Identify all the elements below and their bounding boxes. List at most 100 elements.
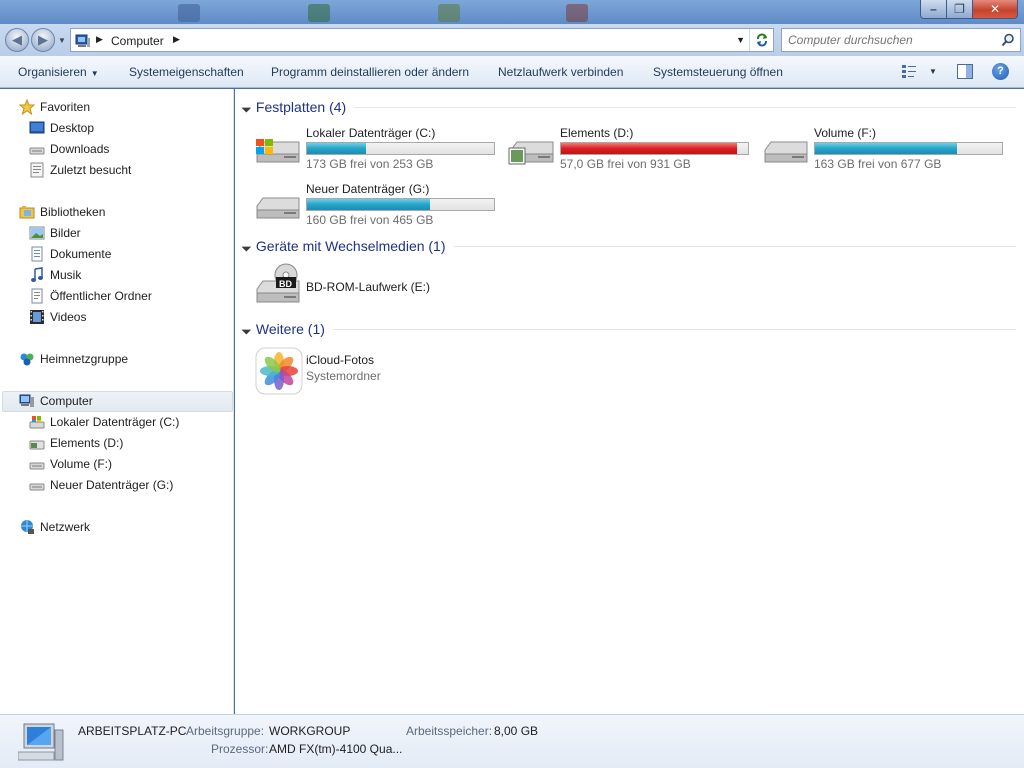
group-title: Geräte mit Wechselmedien (1): [255, 238, 446, 254]
nav-downloads[interactable]: Downloads: [29, 139, 109, 159]
nav-desktop[interactable]: Desktop: [29, 118, 94, 138]
nav-network[interactable]: Netzwerk: [19, 517, 90, 537]
address-bar[interactable]: ▶ Computer ▶ ▼: [70, 28, 774, 52]
collapse-triangle-icon[interactable]: ◢: [240, 101, 253, 114]
close-button[interactable]: ✕: [972, 0, 1018, 19]
nav-pictures[interactable]: Bilder: [29, 223, 81, 243]
arrow-right-icon: ▶: [38, 32, 48, 47]
computer-icon: [18, 723, 64, 761]
bd-rom-drive-icon: [256, 263, 300, 303]
nav-label: Musik: [50, 268, 82, 282]
optical-drive-tile[interactable]: BD BD-ROM-Laufwerk (E:): [254, 263, 504, 313]
group-divider: [354, 106, 1016, 108]
nav-documents[interactable]: Dokumente: [29, 244, 111, 264]
drive-tile[interactable]: Volume (F:) 163 GB frei von 677 GB: [762, 126, 1012, 176]
icloud-photos-tile[interactable]: iCloud-Fotos Systemordner: [254, 347, 504, 397]
search-input[interactable]: [788, 32, 988, 48]
search-icon[interactable]: [1001, 33, 1015, 47]
libraries-icon: [19, 206, 35, 219]
refresh-button[interactable]: [749, 29, 773, 51]
drive-usage-fill: [307, 143, 367, 154]
nav-recent[interactable]: Zuletzt besucht: [29, 160, 131, 180]
recent-pages-dropdown[interactable]: ▼: [58, 36, 66, 45]
change-view-button[interactable]: ▼: [901, 64, 937, 78]
nav-music[interactable]: Musik: [29, 265, 81, 285]
uninstall-program-button[interactable]: Programm deinstallieren oder ändern: [271, 65, 469, 79]
nav-label: Desktop: [50, 121, 95, 135]
nav-label: Bibliotheken: [40, 205, 106, 219]
music-note-icon: [31, 267, 43, 282]
chevron-down-icon: ▼: [929, 66, 937, 76]
forward-button[interactable]: ▶: [31, 28, 55, 52]
drive-name: Volume (F:): [814, 126, 877, 140]
system-drive-icon: [256, 139, 300, 163]
drive-name: BD-ROM-Laufwerk (E:): [306, 280, 431, 294]
breadcrumb-separator-icon[interactable]: ▶: [96, 34, 103, 45]
address-row: ◀ ▶ ▼ ▶ Computer ▶ ▼: [0, 24, 1024, 56]
nav-label: Favoriten: [40, 100, 91, 114]
open-control-panel-button[interactable]: Systemsteuerung öffnen: [653, 65, 783, 79]
nav-label: Zuletzt besucht: [50, 163, 132, 177]
minimize-button[interactable]: –: [920, 0, 946, 19]
hard-drive-icon: [256, 197, 300, 219]
nav-homegroup[interactable]: Heimnetzgruppe: [19, 349, 128, 369]
maximize-button[interactable]: ❐: [946, 0, 972, 19]
item-type: Systemordner: [306, 369, 381, 383]
pictures-icon: [29, 226, 45, 240]
nav-favorites[interactable]: Favoriten: [19, 97, 90, 117]
drive-usage-fill: [307, 199, 430, 210]
nav-label: Heimnetzgruppe: [40, 352, 129, 366]
map-network-drive-button[interactable]: Netzlaufwerk verbinden: [498, 65, 623, 79]
nav-label: Videos: [50, 310, 87, 324]
taskbar-thumbnail: [438, 4, 460, 22]
command-bar: Organisieren ▼ Systemeigenschaften Progra…: [0, 56, 1024, 88]
processor-value: AMD FX(tm)-4100 Qua...: [269, 742, 403, 756]
help-button[interactable]: ?: [992, 63, 1009, 80]
nav-label: Netzwerk: [40, 520, 91, 534]
window-title-bar[interactable]: – ❐ ✕: [0, 0, 1024, 24]
drive-free-space: 163 GB frei von 677 GB: [814, 157, 942, 171]
collapse-triangle-icon[interactable]: ◢: [240, 323, 253, 336]
preview-pane-icon[interactable]: [957, 64, 973, 79]
group-other-header[interactable]: ◢ Weitere (1): [240, 319, 1016, 339]
drive-tile[interactable]: Neuer Datenträger (G:) 160 GB frei von 4…: [254, 182, 504, 232]
drive-tile[interactable]: Elements (D:) 57,0 GB frei von 931 GB: [508, 126, 758, 176]
nav-label: Öffentlicher Ordner: [50, 289, 152, 303]
nav-public-folder[interactable]: Öffentlicher Ordner: [29, 286, 152, 306]
group-hard-drives-header[interactable]: ◢ Festplatten (4): [240, 97, 1016, 117]
icloud-photos-icon: [255, 347, 303, 395]
organize-label: Organisieren: [18, 65, 87, 79]
desktop-icon: [29, 121, 45, 134]
arrow-left-icon: ◀: [12, 32, 22, 47]
external-drive-icon: [508, 141, 554, 165]
documents-icon: [31, 246, 43, 262]
group-removable-header[interactable]: ◢ Geräte mit Wechselmedien (1): [240, 236, 1016, 256]
search-box[interactable]: [781, 28, 1021, 52]
nav-computer[interactable]: Computer: [19, 391, 93, 411]
collapse-triangle-icon[interactable]: ◢: [240, 240, 253, 253]
workgroup-label: Arbeitsgruppe:: [186, 724, 265, 738]
nav-label: Lokaler Datenträger (C:): [50, 415, 180, 429]
hard-drive-icon: [29, 462, 45, 470]
nav-libraries[interactable]: Bibliotheken: [19, 202, 105, 222]
view-list-icon: [902, 65, 916, 78]
nav-label: Dokumente: [50, 247, 112, 261]
nav-drive-g[interactable]: Neuer Datenträger (G:): [29, 475, 173, 495]
organize-menu[interactable]: Organisieren ▼: [18, 65, 99, 79]
drive-tile[interactable]: Lokaler Datenträger (C:) 173 GB frei von…: [254, 126, 504, 176]
nav-drive-c[interactable]: Lokaler Datenträger (C:): [29, 412, 179, 432]
memory-label: Arbeitsspeicher:: [406, 724, 493, 738]
bd-badge: BD: [279, 279, 292, 289]
back-button[interactable]: ◀: [5, 28, 29, 52]
breadcrumb-separator-icon[interactable]: ▶: [173, 34, 180, 45]
chevron-down-icon: ▼: [90, 69, 99, 78]
nav-drive-d[interactable]: Elements (D:): [29, 433, 123, 453]
nav-drive-f[interactable]: Volume (F:): [29, 454, 112, 474]
drive-usage-fill: [815, 143, 957, 154]
breadcrumb-computer[interactable]: Computer: [111, 34, 164, 48]
system-properties-button[interactable]: Systemeigenschaften: [129, 65, 244, 79]
address-dropdown-button[interactable]: ▼: [736, 35, 745, 45]
system-drive-icon: [29, 416, 45, 429]
nav-videos[interactable]: Videos: [29, 307, 86, 327]
taskbar-thumbnail: [178, 4, 200, 22]
